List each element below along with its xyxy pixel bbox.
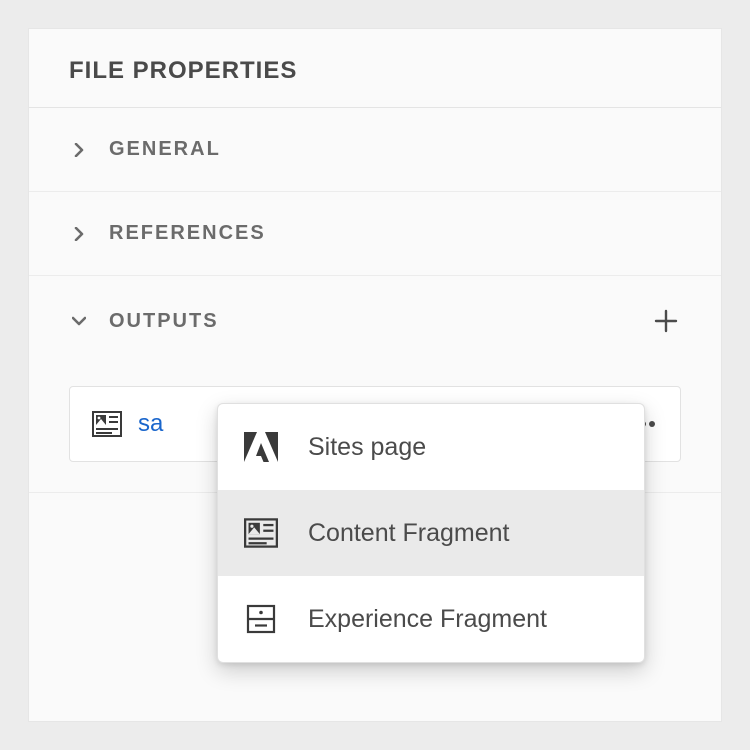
section-general-label: GENERAL: [109, 138, 221, 161]
menu-item-label: Content Fragment: [308, 519, 510, 548]
menu-item-content-fragment[interactable]: Content Fragment: [218, 490, 644, 576]
menu-item-label: Sites page: [308, 433, 426, 462]
add-output-button[interactable]: [651, 306, 681, 336]
section-references: REFERENCES: [29, 192, 721, 276]
add-output-menu: Sites page Content Fragment: [217, 403, 645, 663]
section-outputs-header[interactable]: OUTPUTS: [29, 276, 721, 366]
adobe-icon: [242, 430, 280, 464]
chevron-right-icon: [69, 140, 89, 160]
section-references-header[interactable]: REFERENCES: [29, 192, 721, 275]
experience-fragment-icon: [242, 602, 280, 636]
chevron-right-icon: [69, 224, 89, 244]
section-general: GENERAL: [29, 108, 721, 192]
menu-item-experience-fragment[interactable]: Experience Fragment: [218, 576, 644, 662]
content-fragment-icon: [92, 410, 122, 438]
file-properties-panel: FILE PROPERTIES GENERAL REFERENCES OUTPU…: [28, 28, 722, 722]
plus-icon: [653, 308, 679, 334]
panel-title: FILE PROPERTIES: [69, 57, 681, 85]
section-general-header[interactable]: GENERAL: [29, 108, 721, 191]
chevron-down-icon: [69, 311, 89, 331]
content-fragment-icon: [242, 516, 280, 550]
menu-item-sites-page[interactable]: Sites page: [218, 404, 644, 490]
panel-header: FILE PROPERTIES: [29, 29, 721, 108]
section-outputs-label: OUTPUTS: [109, 310, 219, 333]
menu-item-label: Experience Fragment: [308, 605, 547, 634]
output-item-name: sa: [138, 410, 163, 438]
section-references-label: REFERENCES: [109, 222, 266, 245]
